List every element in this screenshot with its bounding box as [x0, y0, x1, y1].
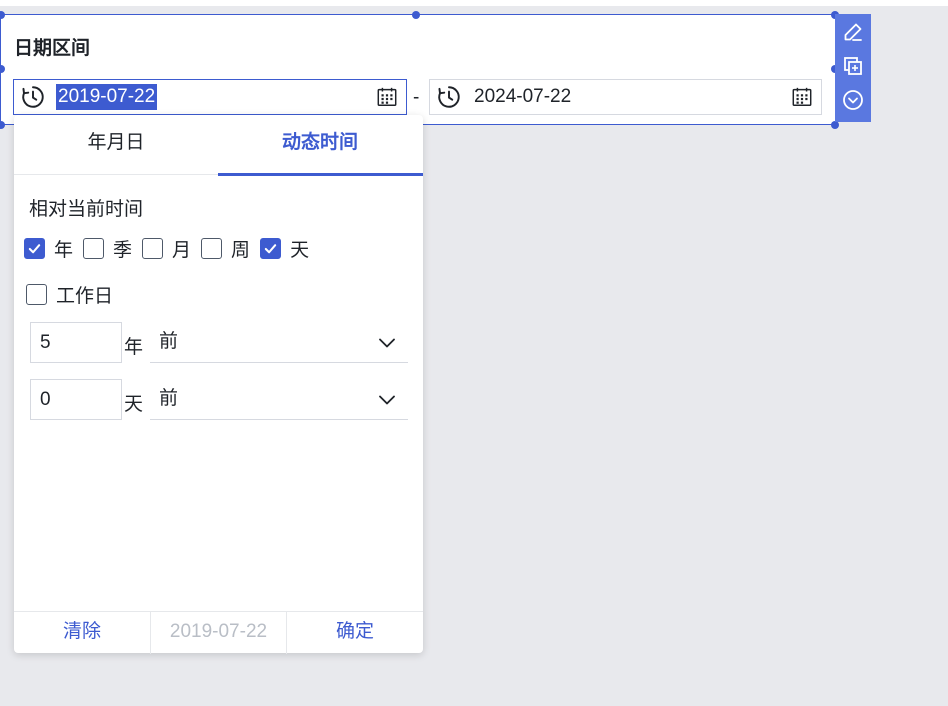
checkbox-box[interactable]: [142, 238, 164, 259]
checkbox-day[interactable]: 天: [260, 235, 309, 262]
date-range-widget[interactable]: 日期区间 2019-07-22 - 2024-07-22: [0, 11, 839, 129]
year-unit-label: 年: [124, 337, 144, 358]
tab-dynamic-time[interactable]: 动态时间: [218, 115, 423, 176]
chevron-down-icon: [379, 395, 395, 405]
top-strip: [0, 0, 948, 6]
workday-checkbox-row: 工作日: [26, 281, 123, 308]
checkbox-label: 工作日: [56, 286, 114, 307]
day-offset-input[interactable]: 0: [30, 379, 122, 420]
resize-handle-top-center[interactable]: [412, 11, 420, 19]
dynamic-time-popup: 年月日 动态时间 相对当前时间 年 季 月 周 天 工作日 5 年 前 0 天 …: [14, 115, 423, 654]
clock-icon: [438, 86, 460, 108]
day-unit-label: 天: [124, 394, 144, 415]
tab-year-month-day[interactable]: 年月日: [14, 115, 218, 175]
checkbox-box[interactable]: [83, 238, 105, 259]
preview-date: 2019-07-22: [150, 612, 287, 654]
relative-time-heading: 相对当前时间: [29, 199, 144, 220]
chevron-circle-down-icon[interactable]: [840, 88, 866, 112]
year-offset-input[interactable]: 5: [30, 322, 122, 363]
calendar-icon[interactable]: [376, 86, 398, 108]
checkbox-month[interactable]: 月: [142, 235, 191, 262]
edit-icon[interactable]: [840, 20, 866, 44]
popup-footer: 清除 2019-07-22 确定: [14, 611, 423, 654]
calendar-icon[interactable]: [791, 86, 813, 108]
resize-handle-bottom-right[interactable]: [831, 121, 839, 129]
start-date-input[interactable]: 2019-07-22: [13, 79, 407, 115]
clear-button[interactable]: 清除: [14, 612, 150, 654]
chevron-down-icon: [379, 338, 395, 348]
start-date-value: 2019-07-22: [56, 84, 158, 110]
resize-handle-top-left[interactable]: [0, 11, 5, 19]
checkbox-label: 年: [54, 240, 74, 261]
checkbox-label: 周: [231, 240, 251, 261]
confirm-button[interactable]: 确定: [287, 612, 423, 654]
checkbox-week[interactable]: 周: [201, 235, 250, 262]
granularity-checkboxes: 年 季 月 周 天: [24, 235, 319, 262]
select-value: 前: [159, 388, 179, 409]
checkbox-workday[interactable]: 工作日: [26, 281, 113, 308]
end-date-value: 2024-07-22: [474, 86, 572, 107]
popup-tabs: 年月日 动态时间: [14, 115, 423, 176]
resize-handle-middle-left[interactable]: [0, 65, 5, 73]
check-icon: [28, 244, 41, 254]
clock-icon: [22, 86, 44, 108]
checkbox-label: 天: [290, 240, 310, 261]
checkbox-box[interactable]: [260, 238, 282, 259]
range-separator: -: [413, 87, 420, 108]
checkbox-label: 季: [113, 240, 133, 261]
checkbox-box[interactable]: [26, 284, 47, 305]
day-direction-select[interactable]: 前: [150, 379, 408, 420]
resize-handle-bottom-left[interactable]: [0, 121, 5, 129]
widget-title: 日期区间: [14, 38, 91, 59]
checkbox-year[interactable]: 年: [24, 235, 73, 262]
checkbox-box[interactable]: [24, 238, 45, 259]
checkbox-box[interactable]: [201, 238, 223, 259]
end-date-input[interactable]: 2024-07-22: [429, 79, 822, 115]
check-icon: [264, 244, 277, 254]
checkbox-quarter[interactable]: 季: [83, 235, 132, 262]
widget-toolbar: [835, 14, 871, 122]
year-direction-select[interactable]: 前: [150, 322, 408, 363]
select-value: 前: [159, 331, 179, 352]
copy-icon[interactable]: [840, 54, 866, 78]
checkbox-label: 月: [172, 240, 192, 261]
